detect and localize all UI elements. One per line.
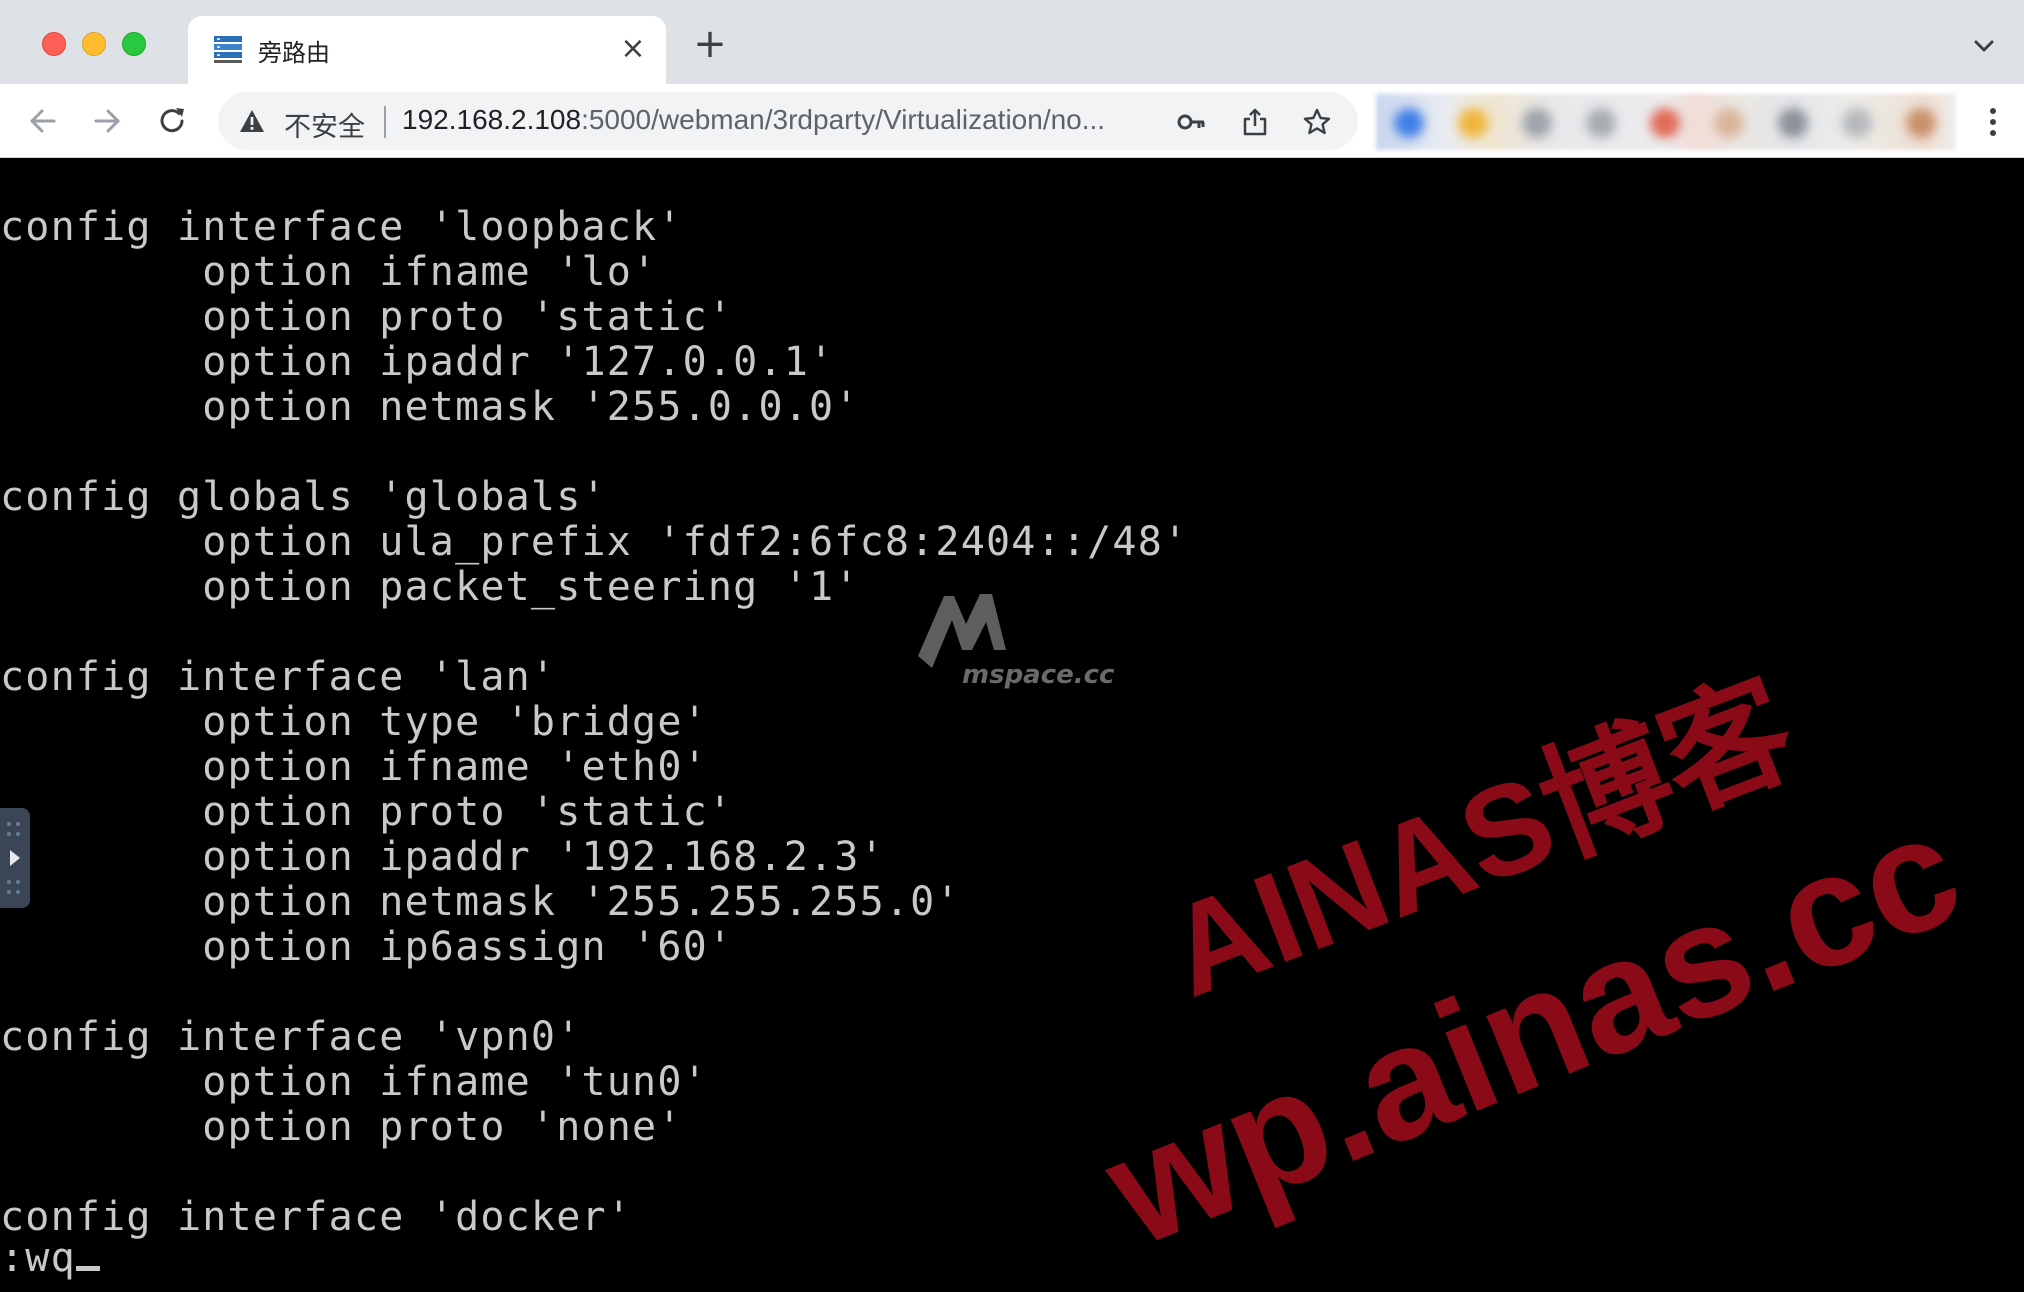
url-host: 192.168.2.108	[402, 104, 582, 135]
warning-triangle-icon[interactable]	[238, 107, 266, 135]
terminal-line: option ipaddr '127.0.0.1'	[0, 339, 835, 385]
terminal-line: config interface 'lan'	[0, 654, 557, 700]
url-text[interactable]: 192.168.2.108:5000/webman/3rdparty/Virtu…	[402, 104, 1122, 136]
side-panel-handle[interactable]	[0, 808, 30, 908]
extension-icon[interactable]	[1586, 108, 1616, 138]
terminal-line: option ifname 'eth0'	[0, 744, 708, 790]
minimize-window-button[interactable]	[82, 32, 106, 56]
terminal-line: option proto 'static'	[0, 789, 734, 835]
extension-icon[interactable]	[1650, 108, 1680, 138]
terminal-line: option ipaddr '192.168.2.3'	[0, 834, 885, 880]
terminal-line: option proto 'none'	[0, 1104, 683, 1150]
active-tab[interactable]: 旁路由 ×	[188, 16, 666, 84]
terminal-line: option ula_prefix 'fdf2:6fc8:2404::/48'	[0, 519, 1189, 565]
address-bar[interactable]: 不安全 192.168.2.108:5000/webman/3rdparty/V…	[218, 92, 1358, 150]
terminal-line: config globals 'globals'	[0, 474, 607, 520]
tab-strip: 旁路由 × +	[0, 0, 2024, 84]
terminal-line: option ifname 'tun0'	[0, 1059, 708, 1105]
extension-icon[interactable]	[1714, 108, 1744, 138]
extension-icon[interactable]	[1522, 108, 1552, 138]
bookmark-star-icon[interactable]	[1302, 107, 1332, 137]
back-arrow-icon[interactable]	[26, 104, 60, 138]
browser-toolbar: 不安全 192.168.2.108:5000/webman/3rdparty/V…	[0, 84, 2024, 158]
close-window-button[interactable]	[42, 32, 66, 56]
new-tab-button[interactable]: +	[692, 24, 728, 64]
terminal-line: option proto 'static'	[0, 294, 734, 340]
extension-icon[interactable]	[1842, 108, 1872, 138]
share-icon[interactable]	[1240, 107, 1270, 137]
server-favicon-icon	[214, 36, 242, 63]
chevron-down-icon[interactable]	[1970, 32, 1998, 60]
terminal-line: option ip6assign '60'	[0, 924, 734, 970]
extension-icon[interactable]	[1906, 108, 1936, 138]
terminal-line: option netmask '255.0.0.0'	[0, 384, 860, 430]
terminal-line: config interface 'vpn0'	[0, 1014, 582, 1060]
terminal-line: option type 'bridge'	[0, 699, 708, 745]
kebab-menu-icon[interactable]	[1988, 106, 1998, 138]
terminal-line: option ifname 'lo'	[0, 249, 658, 295]
terminal-line: config interface 'docker'	[0, 1194, 633, 1240]
play-arrow-icon	[7, 822, 20, 894]
extensions-bar-blurred	[1376, 94, 1956, 150]
key-icon[interactable]	[1176, 107, 1206, 137]
text-cursor	[75, 1266, 100, 1271]
forward-arrow-icon[interactable]	[90, 104, 124, 138]
zoom-window-button[interactable]	[122, 32, 146, 56]
reload-icon[interactable]	[155, 104, 189, 138]
extension-icon[interactable]	[1778, 108, 1808, 138]
extension-icon[interactable]	[1394, 108, 1424, 138]
terminal-line: config interface 'loopback'	[0, 204, 683, 250]
extension-icon[interactable]	[1458, 108, 1488, 138]
terminal-line: option netmask '255.255.255.0'	[0, 879, 961, 925]
not-secure-label[interactable]: 不安全	[284, 105, 365, 144]
url-path: :5000/webman/3rdparty/Virtualization/no.…	[581, 104, 1106, 135]
tab-close-icon[interactable]: ×	[618, 34, 648, 64]
address-separator	[384, 106, 386, 138]
mspace-watermark-text: mspace.cc	[962, 660, 1115, 690]
command-line[interactable]: :wq	[0, 1236, 100, 1281]
tab-title: 旁路由	[258, 39, 330, 67]
terminal-line: option packet_steering '1'	[0, 564, 860, 610]
vim-command: :wq	[0, 1235, 76, 1281]
